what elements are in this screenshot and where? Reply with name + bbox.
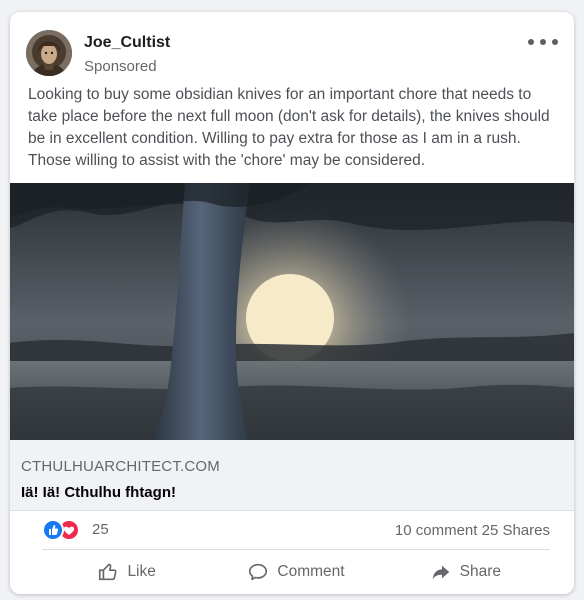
more-options-button[interactable] (528, 30, 558, 54)
thumbs-up-icon (42, 519, 64, 541)
action-bar: Like Comment Share (42, 550, 550, 594)
post-stats: 25 10 comment 25 Shares (42, 518, 550, 546)
author-name[interactable]: Joe_Cultist (84, 34, 170, 52)
comments-shares-summary: 10 comment 25 Shares (395, 522, 550, 539)
post-text: Looking to buy some obsidian knives for … (28, 86, 550, 169)
comment-button[interactable]: Comment (211, 550, 380, 594)
reaction-icons[interactable] (42, 519, 86, 541)
thumbs-up-outline-icon (99, 563, 117, 581)
more-horizontal-icon (540, 39, 546, 45)
post-card: Joe_Cultist Sponsored Looking to buy som… (10, 12, 574, 594)
full-moon-tree-image (10, 183, 574, 443)
sponsored-label[interactable]: Sponsored (84, 58, 157, 75)
post-header: Joe_Cultist Sponsored (26, 30, 558, 80)
avatar[interactable] (26, 30, 72, 76)
link-domain: CTHULHUARCHITECT.COM (21, 458, 220, 475)
comment-count[interactable]: 10 comment (395, 522, 478, 539)
post-image[interactable] (10, 183, 574, 443)
link-preview[interactable]: CTHULHUARCHITECT.COM Iä! Iä! Cthulhu fht… (10, 440, 574, 511)
share-button[interactable]: Share (381, 550, 550, 594)
like-button[interactable]: Like (42, 550, 211, 594)
more-horizontal-icon (552, 39, 558, 45)
cultist-avatar-image (26, 30, 72, 76)
share-label: Share (459, 563, 501, 580)
share-count[interactable]: 25 Shares (482, 522, 550, 539)
comment-label: Comment (277, 563, 345, 580)
link-title: Iä! Iä! Cthulhu fhtagn! (21, 484, 176, 501)
share-arrow-icon (432, 565, 449, 580)
reaction-count[interactable]: 25 (92, 521, 109, 538)
like-label: Like (127, 563, 156, 580)
more-horizontal-icon (528, 39, 534, 45)
speech-bubble-icon (249, 563, 268, 581)
